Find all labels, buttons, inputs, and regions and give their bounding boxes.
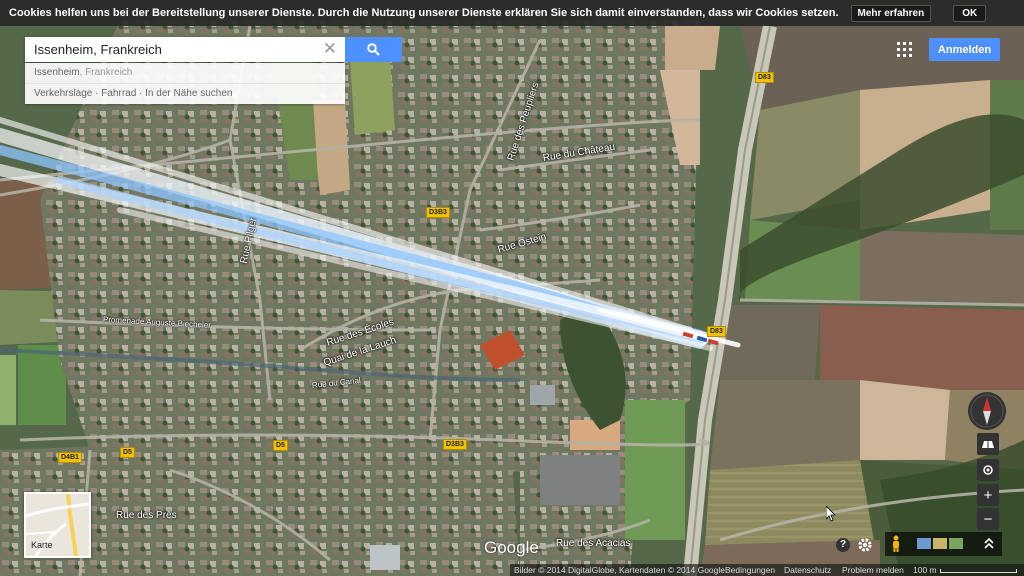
imagery-thumb-2[interactable] [933, 538, 947, 549]
search-box: ✕ [25, 37, 345, 62]
route-shield-d383-upper: D3B3 [426, 207, 450, 218]
cookie-text: Cookies helfen uns bei der Bereitstellun… [9, 7, 839, 19]
suggestion-region: , Frankreich [79, 67, 133, 78]
compass-icon[interactable] [968, 392, 1006, 430]
map-type-switcher[interactable]: Karte [24, 492, 91, 558]
road-label-rue-des-acacias: Rue des Acacias [556, 538, 631, 549]
locate-icon[interactable] [977, 459, 999, 481]
road-label-rue-des-pres: Rue des Prés [116, 510, 177, 521]
privacy-link[interactable]: Datenschutz [784, 564, 831, 576]
search-icon [367, 43, 380, 56]
route-shield-d5-left: D5 [120, 447, 135, 458]
search-input[interactable] [34, 42, 314, 57]
cookie-ok-button[interactable]: OK [953, 4, 987, 22]
suggestion-links[interactable]: Verkehrslage · Fahrrad · In der Nähe suc… [25, 83, 345, 104]
route-shield-d383-lower: D3B3 [443, 439, 467, 450]
gear-icon[interactable] [856, 536, 874, 554]
search-button[interactable] [345, 37, 402, 62]
apps-grid-icon[interactable] [897, 42, 912, 57]
zoom-in-icon[interactable]: + [977, 484, 999, 506]
minimap-label: Karte [31, 540, 53, 550]
cookie-banner: Cookies helfen uns bei der Bereitstellun… [0, 0, 1024, 26]
google-logo: Google [484, 538, 539, 557]
imagery-thumb-1[interactable] [917, 538, 931, 549]
zoom-out-icon[interactable]: − [977, 508, 999, 530]
signin-button[interactable]: Anmelden [929, 38, 1000, 61]
suggestion-place: Issenheim [34, 67, 80, 78]
route-shield-d5-mid: D5 [273, 440, 288, 451]
chevron-up-icon[interactable] [984, 538, 994, 550]
suggestion-item[interactable]: Issenheim, Frankreich [25, 63, 345, 83]
route-shield-d481: D4B1 [58, 452, 82, 463]
imagery-credit: Bilder © 2014 DigitalGlobe, Kartendaten … [514, 565, 725, 575]
scale-label: 100 m [913, 565, 937, 575]
route-shield-d83-top: D83 [755, 72, 774, 83]
cursor-icon [826, 506, 836, 522]
tilt-icon[interactable] [977, 433, 999, 455]
imagery-tray [885, 532, 1002, 556]
scale-bar [940, 569, 1017, 573]
footer-bar: Bilder © 2014 DigitalGlobe, Kartendaten … [510, 564, 1024, 576]
close-icon[interactable]: ✕ [323, 40, 337, 58]
terms-link[interactable]: Bedingungen [725, 564, 775, 576]
help-icon[interactable]: ? [836, 538, 850, 552]
imagery-thumb-3[interactable] [949, 538, 963, 549]
pegman-icon[interactable] [890, 535, 902, 553]
learn-more-button[interactable]: Mehr erfahren [850, 4, 932, 22]
report-problem-link[interactable]: Problem melden [842, 564, 904, 576]
route-shield-d83-mid: D83 [707, 326, 726, 337]
search-suggestions: Issenheim, Frankreich Verkehrslage · Fah… [25, 63, 345, 104]
